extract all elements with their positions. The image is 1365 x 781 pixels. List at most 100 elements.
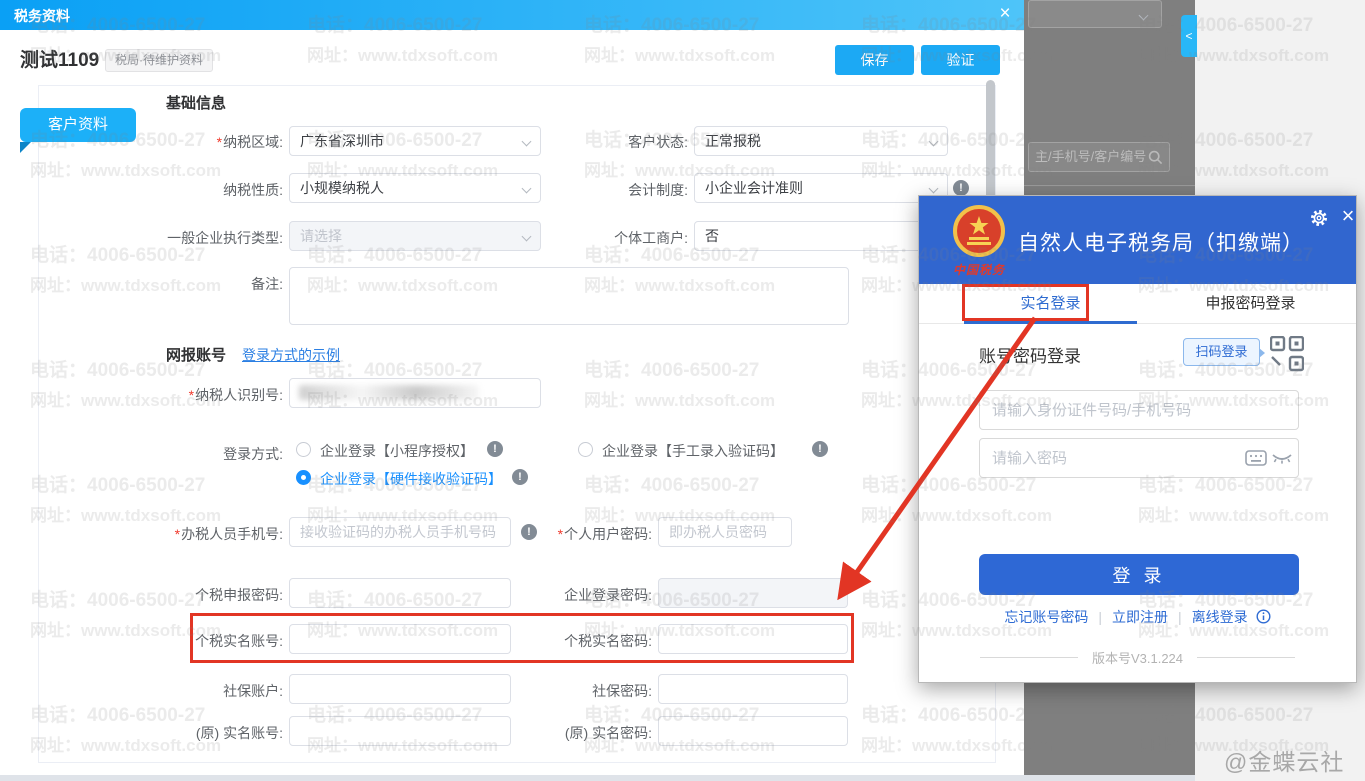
label-client-status: 客户状态: (520, 132, 688, 152)
search-icon (1148, 150, 1163, 165)
dialog-header: 中国税务 自然人电子税务局（扣缴端） × (919, 196, 1356, 284)
realname-account-input[interactable] (289, 624, 511, 654)
label-taxpayer-id: *纳税人识别号: (40, 385, 283, 405)
version-row: 版本号V3.1.224 (919, 648, 1356, 667)
enterprise-login-pwd-input (658, 578, 848, 608)
keyboard-icon[interactable] (1245, 450, 1267, 466)
info-icon[interactable]: ! (512, 469, 528, 485)
window-titlebar: 税务资料 × (0, 0, 1024, 30)
label-accounting-system: 会计制度: (520, 180, 688, 200)
required-mark: * (217, 134, 222, 150)
divider (1197, 657, 1295, 658)
label-remark: 备注: (40, 274, 283, 294)
divider (980, 657, 1078, 658)
eye-closed-icon[interactable] (1271, 450, 1293, 466)
section-web-account: 网报账号 (166, 344, 226, 365)
label-realname-pwd: 个税实名密码: (480, 631, 652, 651)
social-pwd-input[interactable] (658, 674, 848, 704)
tab-client-info[interactable]: 客户资料 (20, 108, 136, 142)
bottom-edge-strip (0, 775, 1195, 781)
realname-pwd-input[interactable] (658, 624, 848, 654)
accounting-system-select[interactable]: 小企业会计准则 (694, 173, 948, 203)
label-personal-pwd: *个人用户密码: (480, 524, 652, 544)
national-emblem-logo: 中国税务 (949, 204, 1009, 278)
link-separator: | (1178, 609, 1182, 625)
offline-login-link[interactable]: 离线登录 (1192, 609, 1248, 625)
close-icon[interactable]: × (994, 3, 1016, 25)
label-tax-declare-pwd: 个税申报密码: (40, 585, 283, 605)
radio-label-manual-code[interactable]: 企业登录【手工录入验证码】 (602, 441, 784, 461)
collapse-icon: < (1185, 29, 1192, 43)
old-realname-account-input[interactable] (289, 716, 511, 746)
radio-miniprogram[interactable] (296, 442, 311, 457)
close-icon[interactable]: × (1337, 203, 1359, 229)
dialog-tabs: 实名登录 申报密码登录 (919, 284, 1356, 324)
verify-button[interactable]: 验证 (921, 45, 1000, 75)
label-realname-account: 个税实名账号: (40, 631, 283, 651)
active-tab-underline (964, 321, 1137, 324)
forgot-password-link[interactable]: 忘记账号密码 (1004, 609, 1088, 625)
info-icon[interactable]: ! (812, 441, 828, 457)
scan-login-button[interactable]: 扫码登录 (1183, 338, 1260, 366)
background-search-input[interactable]: 主/手机号/客户编号 (1028, 142, 1170, 172)
tab-fold-decoration (20, 142, 31, 153)
info-icon[interactable]: ! (953, 180, 969, 196)
old-realname-pwd-input[interactable] (658, 716, 848, 746)
tab-password-login[interactable]: 申报密码登录 (1164, 284, 1337, 324)
info-icon[interactable]: ! (487, 441, 503, 457)
client-status-select[interactable]: 正常报税 (694, 126, 948, 156)
mobile-input[interactable] (289, 517, 511, 547)
label-individual-business: 个体工商户: (520, 228, 688, 248)
emblem-caption: 中国税务 (949, 261, 1009, 278)
label-login-method: 登录方式: (40, 444, 283, 464)
page-title: 测试1109 (20, 45, 99, 72)
radio-manual-code[interactable] (578, 442, 593, 457)
label-general-type: 一般企业执行类型: (40, 228, 283, 248)
etax-login-dialog: 中国税务 自然人电子税务局（扣缴端） × 实名登录 申报密码登录 账号密码登录 … (918, 195, 1357, 683)
radio-label-miniprogram[interactable]: 企业登录【小程序授权】 (320, 441, 474, 461)
label-old-realname-account: (原) 实名账号: (40, 723, 283, 743)
status-badge: 税局·待维护资料 (105, 49, 213, 72)
save-button[interactable]: 保存 (835, 45, 914, 75)
required-mark: * (189, 387, 194, 403)
divider (1024, 185, 1195, 186)
collapse-panel-button[interactable]: < (1181, 15, 1197, 57)
dialog-title: 自然人电子税务局（扣缴端） (1018, 227, 1304, 257)
login-button[interactable]: 登 录 (979, 554, 1299, 595)
redacted-value (299, 385, 479, 400)
version-text: 版本号V3.1.224 (1092, 648, 1183, 667)
link-separator: | (1098, 609, 1102, 625)
gear-icon[interactable] (1309, 208, 1329, 228)
radio-hardware-code-selected[interactable] (296, 470, 311, 485)
background-dropdown[interactable] (1028, 0, 1162, 28)
window-title: 税务资料 (14, 6, 70, 26)
tab-realname-login[interactable]: 实名登录 (964, 284, 1137, 324)
label-enterprise-login-pwd: 企业登录密码: (480, 585, 652, 605)
search-placeholder: 主/手机号/客户编号 (1035, 149, 1146, 164)
tax-region-select[interactable]: 广东省深圳市 (289, 126, 541, 156)
info-circle-icon[interactable] (1256, 609, 1271, 624)
register-link[interactable]: 立即注册 (1112, 609, 1168, 625)
individual-business-select[interactable]: 否 (694, 221, 948, 251)
account-login-heading: 账号密码登录 (979, 342, 1081, 367)
tax-nature-select[interactable]: 小规模纳税人 (289, 173, 541, 203)
required-mark: * (175, 526, 180, 542)
tax-declare-pwd-input[interactable] (289, 578, 511, 608)
personal-pwd-input[interactable] (658, 517, 792, 547)
chevron-down-icon (1139, 11, 1149, 21)
required-mark: * (558, 526, 563, 542)
social-account-input[interactable] (289, 674, 511, 704)
label-social-account: 社保账户: (40, 681, 283, 701)
screen: @金蝶云社区 < 主/手机号/客户编号 税务资料 × 测试1109 税局·待维护… (0, 0, 1365, 781)
label-mobile: *办税人员手机号: (40, 524, 283, 544)
label-old-realname-pwd: (原) 实名密码: (480, 723, 652, 743)
chevron-down-icon (929, 184, 939, 194)
radio-label-hardware-code[interactable]: 企业登录【硬件接收验证码】 (320, 469, 502, 489)
login-example-link[interactable]: 登录方式的示例 (242, 345, 340, 365)
section-basic-info: 基础信息 (166, 92, 226, 113)
remark-textarea[interactable] (289, 267, 849, 325)
qr-code-icon[interactable] (1270, 336, 1304, 372)
id-number-input[interactable] (979, 390, 1299, 430)
label-tax-nature: 纳税性质: (40, 180, 283, 200)
tax-info-window: 税务资料 × 测试1109 税局·待维护资料 保存 验证 客户资料 基础信息 *… (0, 0, 1024, 781)
